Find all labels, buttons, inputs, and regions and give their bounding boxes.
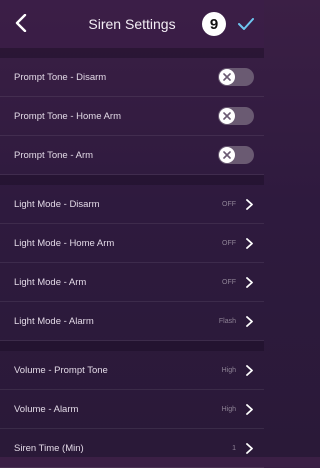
section-divider	[0, 48, 264, 58]
volume-group: Volume - Prompt Tone High Volume - Alarm…	[0, 351, 264, 468]
annotation-badge: 9	[202, 12, 226, 36]
prompt-tone-home-arm-row: Prompt Tone - Home Arm	[0, 97, 264, 136]
toggle-knob	[219, 69, 235, 85]
chevron-right-icon	[244, 237, 254, 249]
row-value: 1	[232, 444, 236, 452]
row-label: Prompt Tone - Disarm	[14, 71, 107, 83]
chevron-right-icon	[244, 276, 254, 288]
page-title: Siren Settings	[88, 16, 176, 32]
toggle-knob	[219, 147, 235, 163]
prompt-tone-arm-row: Prompt Tone - Arm	[0, 136, 264, 175]
volume-prompt-tone-row[interactable]: Volume - Prompt Tone High	[0, 351, 264, 390]
row-label: Volume - Prompt Tone	[14, 364, 108, 376]
row-label: Light Mode - Disarm	[14, 198, 100, 210]
close-icon	[223, 73, 231, 81]
check-icon	[238, 18, 254, 30]
confirm-button[interactable]	[236, 14, 256, 34]
volume-alarm-row[interactable]: Volume - Alarm High	[0, 390, 264, 429]
chevron-left-icon	[15, 14, 27, 32]
toggle-knob	[219, 108, 235, 124]
chevron-right-icon	[244, 364, 254, 376]
row-value: High	[221, 405, 236, 413]
section-divider	[0, 341, 264, 351]
row-value: High	[221, 366, 236, 374]
chevron-right-icon	[244, 198, 254, 210]
row-label: Light Mode - Home Arm	[14, 237, 115, 249]
close-icon	[223, 151, 231, 159]
row-value: OFF	[222, 278, 236, 286]
row-label: Volume - Alarm	[14, 403, 79, 415]
row-label: Light Mode - Alarm	[14, 315, 94, 327]
light-mode-alarm-row[interactable]: Light Mode - Alarm Flash	[0, 302, 264, 341]
light-mode-home-arm-row[interactable]: Light Mode - Home Arm OFF	[0, 224, 264, 263]
siren-time-row[interactable]: Siren Time (Min) 1	[0, 429, 264, 468]
row-label: Prompt Tone - Home Arm	[14, 110, 122, 122]
light-mode-group: Light Mode - Disarm OFF Light Mode - Hom…	[0, 185, 264, 341]
chevron-right-icon	[244, 442, 254, 454]
back-button[interactable]	[10, 12, 32, 34]
prompt-tone-home-arm-toggle[interactable]	[218, 107, 254, 125]
row-label: Siren Time (Min)	[14, 442, 84, 454]
prompt-tone-disarm-toggle[interactable]	[218, 68, 254, 86]
row-label: Prompt Tone - Arm	[14, 149, 94, 161]
prompt-tone-arm-toggle[interactable]	[218, 146, 254, 164]
row-value: OFF	[222, 239, 236, 247]
close-icon	[223, 112, 231, 120]
row-value: Flash	[218, 317, 236, 325]
header-bar: Siren Settings 9	[0, 0, 264, 48]
row-value: OFF	[222, 200, 236, 208]
row-label: Light Mode - Arm	[14, 276, 87, 288]
chevron-right-icon	[244, 403, 254, 415]
light-mode-disarm-row[interactable]: Light Mode - Disarm OFF	[0, 185, 264, 224]
prompt-tone-disarm-row: Prompt Tone - Disarm	[0, 58, 264, 97]
section-divider	[0, 175, 264, 185]
chevron-right-icon	[244, 315, 254, 327]
light-mode-arm-row[interactable]: Light Mode - Arm OFF	[0, 263, 264, 302]
prompt-tone-group: Prompt Tone - Disarm Prompt Tone - Home …	[0, 58, 264, 175]
